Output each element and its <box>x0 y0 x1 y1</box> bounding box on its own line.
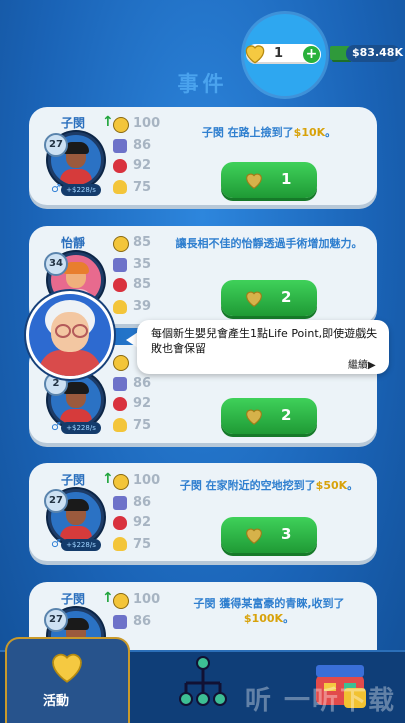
choose-event-button[interactable]: 1 <box>221 162 317 198</box>
intelligence-value: 86 <box>133 376 152 391</box>
choose-event-button[interactable]: 2 <box>221 398 317 434</box>
continue-label: 繼續 <box>348 360 368 371</box>
up-arrow-icon: ↑ <box>102 471 114 487</box>
cost-value: 1 <box>281 170 292 188</box>
family-tree-icon[interactable] <box>176 655 230 711</box>
golden-heart-icon <box>246 528 262 544</box>
health-value: 92 <box>133 515 152 530</box>
golden-heart-icon <box>246 173 262 189</box>
happiness-icon <box>113 474 129 490</box>
income-tag: +$228/s <box>61 539 101 551</box>
play-arrow-icon: ▶ <box>368 360 376 371</box>
happiness-value: 100 <box>133 116 161 131</box>
page-title: 事件 <box>177 72 228 96</box>
character-name: 子閔 <box>61 592 86 606</box>
age-badge: 27 <box>44 133 68 157</box>
health-icon <box>113 159 127 173</box>
golden-heart-icon <box>52 653 82 683</box>
health-value: 92 <box>133 158 152 173</box>
event-description: 子閔 獲得某富豪的青睞,收到了$100K。 <box>193 597 345 625</box>
happiness-icon <box>113 593 129 609</box>
golden-heart-icon <box>245 45 265 64</box>
watermark: 听 一听下载 <box>245 686 397 716</box>
looks-icon <box>113 300 127 314</box>
intelligence-icon <box>113 139 127 153</box>
happiness-icon <box>113 236 129 252</box>
looks-icon <box>113 418 127 432</box>
looks-value: 39 <box>133 299 152 314</box>
income-tag: +$228/s <box>61 422 101 434</box>
intelligence-icon <box>113 496 127 510</box>
age-badge: 34 <box>44 252 68 276</box>
looks-value: 75 <box>133 418 152 433</box>
narrator-avatar <box>26 291 114 379</box>
choose-event-button[interactable]: 3 <box>221 517 317 553</box>
male-icon: ♂ <box>51 420 61 433</box>
life-points-value: 1 <box>274 46 284 61</box>
intelligence-value: 86 <box>133 138 152 153</box>
golden-heart-icon <box>246 409 262 425</box>
looks-icon <box>113 537 127 551</box>
intelligence-icon <box>113 377 127 391</box>
looks-value: 75 <box>133 180 152 195</box>
looks-value: 75 <box>133 537 152 552</box>
character-name: 子閔 <box>61 473 86 487</box>
nav-tab-events-label: 活動 <box>43 694 70 709</box>
male-icon: ♂ <box>51 182 61 195</box>
up-arrow-icon: ↑ <box>102 590 114 606</box>
age-badge: 27 <box>44 608 68 632</box>
intelligence-icon <box>113 615 127 629</box>
happiness-value: 85 <box>133 235 152 250</box>
age-badge: 27 <box>44 489 68 513</box>
money-value: $83.48K <box>352 46 403 59</box>
event-description: 讓長相不佳的怡靜透過手術增加魅力。 <box>175 237 363 250</box>
happiness-value: 100 <box>133 473 161 488</box>
happiness-icon <box>113 355 129 371</box>
character-name: 怡靜 <box>61 236 86 250</box>
intelligence-value: 86 <box>133 614 152 629</box>
intelligence-icon <box>113 258 127 272</box>
choose-event-button[interactable]: 2 <box>221 280 317 316</box>
income-tag: +$228/s <box>61 184 101 196</box>
looks-icon <box>113 180 127 194</box>
health-icon <box>113 397 127 411</box>
golden-heart-icon <box>246 291 262 307</box>
health-icon <box>113 278 127 292</box>
continue-button[interactable]: 繼續▶ <box>348 356 376 371</box>
intelligence-value: 86 <box>133 495 152 510</box>
health-icon <box>113 516 127 530</box>
cost-value: 3 <box>281 525 292 543</box>
male-icon: ♂ <box>51 537 61 550</box>
event-description: 子閔 在路上撿到了$10K。 <box>201 126 337 139</box>
happiness-icon <box>113 117 129 133</box>
event-description: 子閔 在家附近的空地挖到了$50K。 <box>179 479 359 492</box>
up-arrow-icon: ↑ <box>102 114 114 130</box>
cost-value: 2 <box>281 288 292 306</box>
health-value: 92 <box>133 396 152 411</box>
character-name: 子閔 <box>61 116 86 130</box>
health-value: 85 <box>133 277 152 292</box>
cost-value: 2 <box>281 406 292 424</box>
add-life-points-button[interactable]: + <box>302 45 321 64</box>
tooltip-text: 每個新生嬰兒會產生1點Life Point,即使遊戲失敗也會保留 <box>151 327 378 355</box>
happiness-value: 100 <box>133 592 161 607</box>
intelligence-value: 35 <box>133 257 152 272</box>
